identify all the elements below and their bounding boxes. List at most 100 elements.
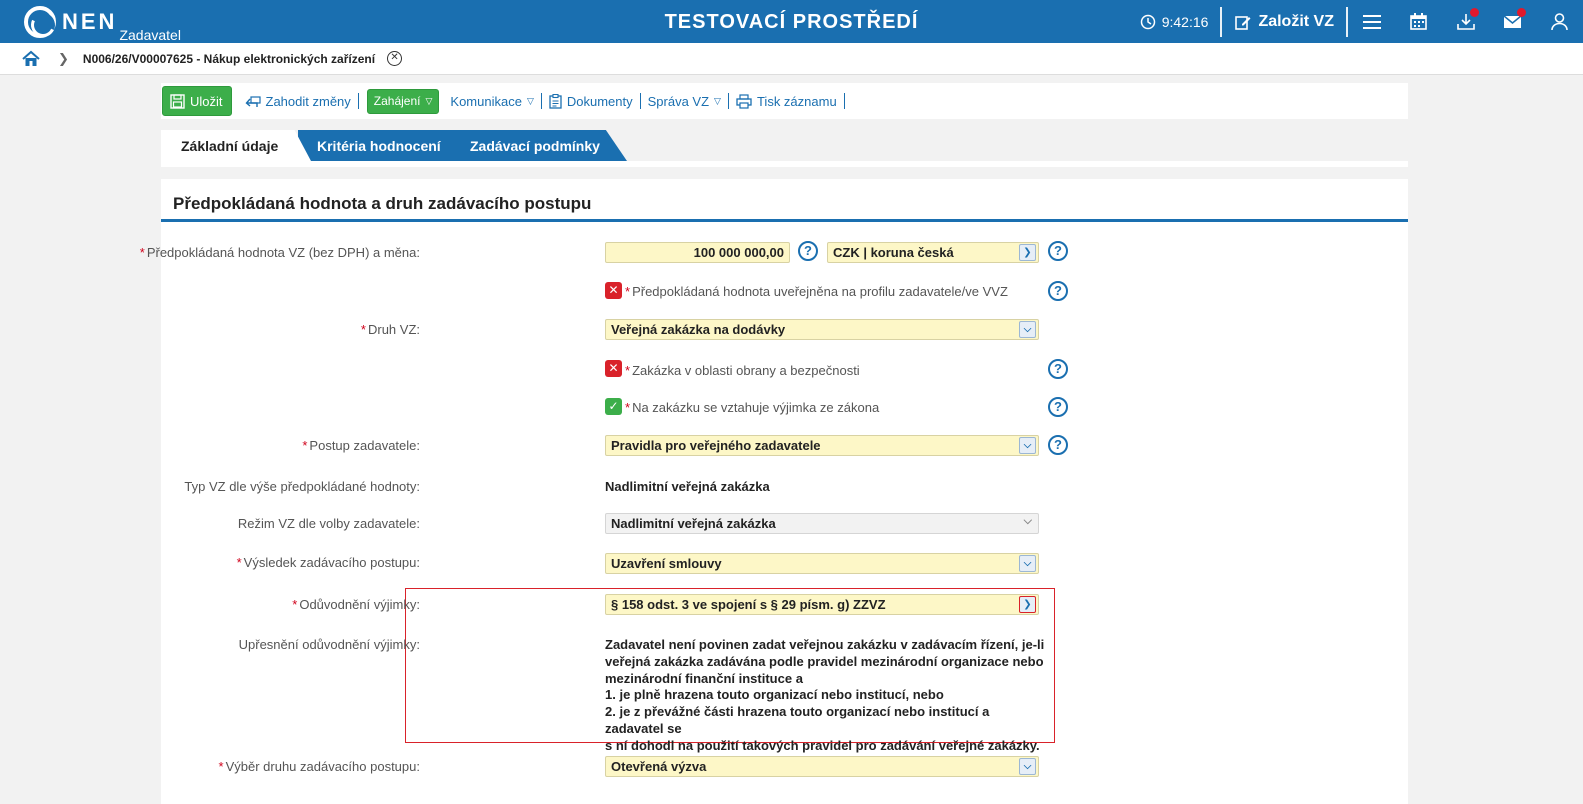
chevron-down-icon[interactable]: ⌵ [1019, 437, 1036, 454]
breadcrumb: ❯ N006/26/V00007625 - Nákup elektronický… [0, 43, 1583, 75]
type-label: * Druh VZ: [360, 322, 420, 337]
section-title: Předpokládaná hodnota a druh zadávacího … [173, 194, 592, 213]
tender-management-label: Správa VZ [647, 93, 710, 109]
detail-line: 1. je plně hrazena touto organizací nebo… [605, 687, 944, 703]
tender-type-label: Typ VZ dle výše předpokládané hodnoty: [184, 479, 420, 494]
hamburger-icon [1362, 14, 1381, 29]
justification-value: § 158 odst. 3 ve spojení s § 29 písm. g)… [611, 597, 886, 612]
chevron-down-icon[interactable]: ⌵ [1019, 321, 1036, 338]
tab-label: Kritéria hodnocení [317, 138, 441, 154]
chevron-right-icon[interactable]: ❯ [1019, 596, 1036, 613]
downloads-button[interactable] [1442, 0, 1489, 43]
chevron-right-icon: ❯ [58, 50, 69, 66]
calendar-button[interactable] [1395, 0, 1442, 43]
result-label: * Výsledek zadávacího postupu: [236, 555, 420, 570]
documents-label: Dokumenty [566, 93, 633, 109]
tab-label: Zadávací podmínky [470, 138, 600, 154]
tender-type-value: Nadlimitní veřejná zakázka [605, 479, 770, 494]
print-record-button[interactable]: Tisk záznamu [729, 94, 844, 109]
procedure-value: Pravidla pro veřejného zadavatele [611, 438, 821, 453]
communication-menu[interactable]: Komunikace ▽ [443, 94, 540, 109]
discard-changes-button[interactable]: Zahodit změny [238, 94, 358, 109]
action-toolbar: Uložit Zahodit změny Zahájení ▽ Komunika… [161, 83, 1408, 119]
close-icon[interactable]: ✕ [387, 51, 403, 66]
create-tender-label: Založit VZ [1258, 12, 1334, 30]
triangle-down-icon: ▽ [425, 95, 433, 106]
type-select[interactable]: Veřejná zakázka na dodávky ⌵ [605, 319, 1039, 340]
published-checkbox[interactable]: ✕ [605, 282, 622, 299]
messages-button[interactable] [1489, 0, 1536, 43]
tab-evaluation-criteria[interactable]: Kritéria hodnocení [298, 130, 473, 161]
start-menu-label: Zahájení [373, 94, 421, 108]
detail-line: veřejná zakázka zadávána podle pravidel … [605, 653, 1044, 669]
detail-line: Zadavatel není povinen zadat veřejnou za… [605, 637, 1045, 652]
tab-basic-info[interactable]: Základní údaje [161, 130, 311, 161]
top-bar: NEN Zadavatel TESTOVACÍ PROSTŘEDÍ 9:42:1… [0, 0, 1583, 43]
help-icon[interactable]: ? [1048, 241, 1068, 261]
help-icon[interactable]: ? [1048, 281, 1068, 301]
defense-checkbox[interactable]: ✕ [605, 360, 622, 377]
defense-label: * Zakázka v oblasti obrany a bezpečnosti [625, 363, 860, 378]
result-select[interactable]: Uzavření smlouvy ⌵ [605, 553, 1039, 574]
discard-changes-label: Zahodit změny [265, 93, 351, 109]
regime-select[interactable]: Nadlimitní veřejná zakázka ⌵ [605, 513, 1039, 534]
detail-line: mezinárodní finanční instituce a [605, 670, 803, 686]
user-button[interactable] [1536, 0, 1583, 43]
help-icon[interactable]: ? [1048, 359, 1068, 379]
exception-label: * Na zakázku se vztahuje výjimka ze zákon… [625, 400, 880, 415]
help-icon[interactable]: ? [1048, 397, 1068, 417]
menu-button[interactable] [1348, 0, 1395, 43]
clock-time: 9:42:16 [1161, 13, 1209, 30]
tab-tender-conditions[interactable]: Zadávací podmínky [451, 130, 627, 161]
toolbar-separator [843, 93, 845, 109]
justification-label: * Odůvodnění výjimky: [292, 597, 420, 612]
chevron-down-icon: ⌵ [1023, 515, 1032, 527]
user-icon [1551, 12, 1568, 30]
divider [1220, 6, 1223, 37]
create-tender-button[interactable]: Založit VZ [1222, 13, 1346, 31]
undo-icon [245, 95, 261, 107]
notification-dot [1517, 8, 1526, 17]
value-and-procedure-section: Předpokládaná hodnota a druh zadávacího … [140, 179, 1408, 804]
clipboard-icon [549, 93, 562, 109]
justification-detail-label: Upřesnění odůvodnění výjimky: [238, 637, 420, 652]
selection-value: Otevřená výzva [611, 759, 707, 774]
estimated-value-input[interactable]: 100 000 000,00 [605, 242, 790, 263]
tender-management-menu[interactable]: Správa VZ ▽ [641, 94, 728, 109]
procedure-select[interactable]: Pravidla pro veřejného zadavatele ⌵ [605, 435, 1039, 456]
value-label: * Předpokládaná hodnota VZ (bez DPH) a mě… [139, 245, 420, 260]
notification-dot [1470, 8, 1479, 17]
currency-value: CZK | koruna česká [833, 245, 954, 260]
breadcrumb-current: N006/26/V00007625 - Nákup elektronických… [82, 51, 376, 66]
section-divider [161, 219, 1408, 222]
tab-label: Základní údaje [181, 138, 279, 154]
communication-label: Komunikace [450, 93, 522, 109]
calendar-icon [1410, 13, 1427, 30]
regime-label: Režim VZ dle volby zadavatele: [237, 516, 420, 531]
start-menu-button[interactable]: Zahájení ▽ [366, 88, 440, 114]
help-icon[interactable]: ? [798, 241, 818, 261]
chevron-down-icon[interactable]: ⌵ [1019, 758, 1036, 775]
exception-checkbox[interactable]: ✓ [605, 398, 622, 415]
chevron-down-icon[interactable]: ⌵ [1019, 555, 1036, 572]
chevron-right-icon[interactable]: ❯ [1019, 244, 1036, 261]
selection-select[interactable]: Otevřená výzva ⌵ [605, 756, 1039, 777]
triangle-down-icon: ▽ [526, 95, 534, 106]
justification-select[interactable]: § 158 odst. 3 ve spojení s § 29 písm. g)… [605, 594, 1039, 615]
type-value: Veřejná zakázka na dodávky [611, 322, 786, 337]
documents-button[interactable]: Dokumenty [542, 93, 640, 109]
help-icon[interactable]: ? [1048, 435, 1068, 455]
detail-line: 2. je z převážné části hrazena touto org… [605, 704, 990, 736]
home-icon[interactable] [22, 50, 40, 68]
save-button[interactable]: Uložit [162, 86, 232, 116]
justification-detail-text: Zadavatel není povinen zadat veřejnou za… [605, 637, 1045, 755]
regime-value: Nadlimitní veřejná zakázka [611, 516, 776, 531]
save-label: Uložit [190, 93, 223, 109]
procedure-label: * Postup zadavatele: [302, 438, 420, 453]
tab-underline [161, 161, 1408, 167]
currency-select[interactable]: CZK | koruna česká ❯ [827, 242, 1039, 263]
edit-icon [1235, 15, 1251, 30]
printer-icon [736, 93, 752, 109]
selection-label: * Výběr druhu zadávacího postupu: [218, 759, 420, 774]
save-icon [170, 93, 185, 109]
